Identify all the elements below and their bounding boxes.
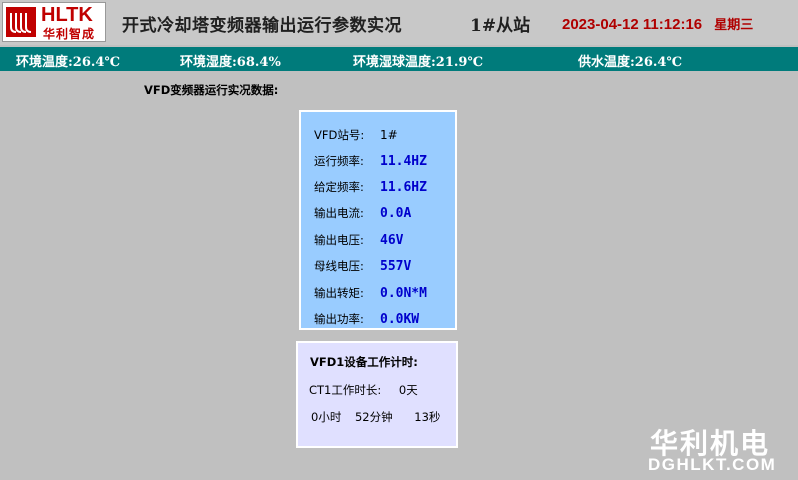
vfd-row-output-power: 输出功率: 0.0KW bbox=[314, 308, 420, 327]
env-wet-bulb-temp: 环境湿球温度:21.9℃ bbox=[353, 55, 484, 70]
vfd-label: 输出转矩: bbox=[314, 286, 364, 300]
time-text: 11:12:16 bbox=[642, 16, 703, 33]
station-label: 1#从站 bbox=[470, 16, 531, 36]
environment-bar: 环境温度:26.4℃ 环境湿度:68.4% 环境湿球温度:21.9℃ 供水温度:… bbox=[0, 47, 798, 71]
page-title: 开式冷却塔变频器输出运行参数实况 bbox=[122, 16, 402, 36]
ct-label: CT1工作时长: bbox=[309, 383, 382, 397]
vfd-label: 运行频率: bbox=[314, 154, 364, 168]
vfd-row-bus-voltage: 母线电压: 557V bbox=[314, 255, 412, 274]
work-seconds: 13秒 bbox=[414, 410, 441, 424]
vfd-label: 给定频率: bbox=[314, 180, 364, 194]
vfd-label: 母线电压: bbox=[314, 259, 364, 273]
vfd-label: VFD站号: bbox=[314, 128, 365, 142]
work-time-panel: VFD1设备工作计时: CT1工作时长: 0天 0小时 52分钟 13秒 bbox=[296, 341, 458, 448]
env-supply-water-temp: 供水温度:26.4℃ bbox=[578, 55, 683, 70]
vfd-row-station: VFD站号: 1# bbox=[314, 124, 398, 142]
vfd-row-output-current: 输出电流: 0.0A bbox=[314, 202, 412, 221]
company-logo: HLTK 华利智成 bbox=[2, 2, 106, 42]
env-ambient-temp: 环境温度:26.4℃ bbox=[16, 55, 121, 70]
work-time-hms-row: 0小时 52分钟 13秒 bbox=[311, 409, 440, 425]
vfd-row-run-frequency: 运行频率: 11.4HZ bbox=[314, 150, 427, 169]
datetime-display: 2023-04-12 11:12:16 星期三 bbox=[562, 14, 753, 33]
vfd-row-output-torque: 输出转矩: 0.0N*M bbox=[314, 282, 427, 301]
watermark-url: DGHLKT.COM bbox=[648, 455, 777, 474]
vfd-label: 输出功率: bbox=[314, 312, 364, 326]
vfd-row-output-voltage: 输出电压: 46V bbox=[314, 229, 404, 248]
vfd-label: 输出电压: bbox=[314, 233, 364, 247]
vfd-value: 11.4HZ bbox=[380, 154, 427, 169]
vfd-value: 0.0N*M bbox=[380, 286, 427, 301]
vfd-section-title: VFD变频器运行实况数据: bbox=[144, 83, 279, 97]
vfd-data-panel: VFD站号: 1# 运行频率: 11.4HZ 给定频率: 11.6HZ 输出电流: 0.… bbox=[299, 110, 457, 330]
vfd-value: 0.0A bbox=[380, 206, 412, 221]
vfd-value: 11.6HZ bbox=[380, 180, 427, 195]
date-text: 2023-04-12 bbox=[562, 16, 639, 33]
vfd-label: 输出电流: bbox=[314, 206, 364, 220]
logo-mark-icon bbox=[6, 7, 36, 37]
work-hours: 0小时 bbox=[311, 410, 342, 424]
vfd-value: 557V bbox=[380, 259, 412, 274]
logo-text-top: HLTK bbox=[41, 4, 93, 26]
work-time-days-row: CT1工作时长: 0天 bbox=[309, 382, 418, 398]
logo-text-bottom: 华利智成 bbox=[43, 27, 96, 41]
work-minutes: 52分钟 bbox=[354, 410, 393, 424]
work-time-title: VFD1设备工作计时: bbox=[310, 355, 418, 369]
work-days: 0天 bbox=[398, 383, 418, 397]
vfd-value: 1# bbox=[380, 128, 398, 142]
env-ambient-humidity: 环境湿度:68.4% bbox=[180, 55, 281, 70]
vfd-value: 0.0KW bbox=[380, 312, 420, 327]
weekday-text: 星期三 bbox=[714, 18, 754, 33]
header-bar: HLTK 华利智成 开式冷却塔变频器输出运行参数实况 1#从站 2023-04-… bbox=[0, 0, 798, 45]
vfd-row-set-frequency: 给定频率: 11.6HZ bbox=[314, 176, 427, 195]
vfd-value: 46V bbox=[380, 233, 404, 248]
